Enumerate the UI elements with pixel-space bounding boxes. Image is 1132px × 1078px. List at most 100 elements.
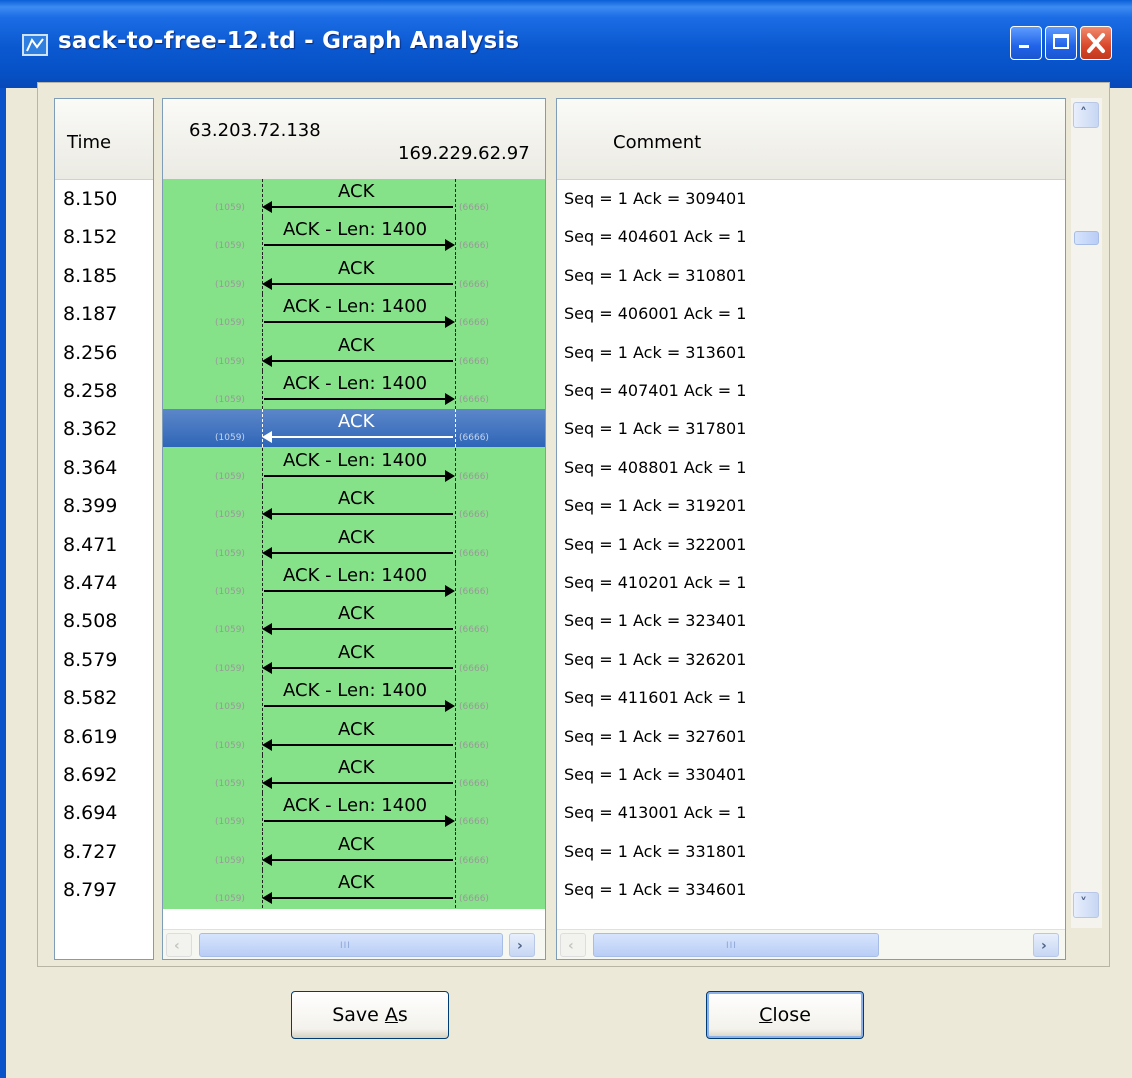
flow-row[interactable]: (1059) (6666) ACK — [163, 332, 545, 371]
comment-cell[interactable]: Seq = 410201 Ack = 1 — [564, 573, 746, 592]
flow-graph-area[interactable]: (1059) (6666) ACK (1059) (6666) ACK - Len: 14… — [163, 179, 545, 909]
comment-cell[interactable]: Seq = 407401 Ack = 1 — [564, 381, 746, 400]
flow-row[interactable]: (1059) (6666) ACK — [163, 716, 545, 755]
comment-cell[interactable]: Seq = 1 Ack = 309401 — [564, 189, 746, 208]
comment-column-pane[interactable]: Comment Seq = 1 Ack = 309401 Seq = 404601… — [556, 98, 1066, 960]
comment-cell[interactable]: Seq = 1 Ack = 310801 — [564, 266, 746, 285]
graph-horizontal-scrollbar[interactable]: ‹ III › — [163, 929, 545, 959]
scroll-thumb[interactable]: III — [199, 933, 503, 957]
comment-cell[interactable]: Seq = 411601 Ack = 1 — [564, 688, 746, 707]
time-cell[interactable]: 8.185 — [63, 265, 117, 287]
comment-cell[interactable]: Seq = 1 Ack = 330401 — [564, 765, 746, 784]
comment-cell[interactable]: Seq = 1 Ack = 323401 — [564, 611, 746, 630]
flow-row[interactable]: (1059) (6666) ACK - Len: 1400 — [163, 294, 545, 333]
time-cell[interactable]: 8.582 — [63, 687, 117, 709]
time-cell[interactable]: 8.362 — [63, 418, 117, 440]
node-left-lifeline — [262, 447, 263, 486]
time-cell[interactable]: 8.150 — [63, 188, 117, 210]
scroll-left-button[interactable]: ‹ — [166, 933, 192, 957]
comment-cell[interactable]: Seq = 1 Ack = 334601 — [564, 880, 746, 899]
comment-cell[interactable]: Seq = 408801 Ack = 1 — [564, 458, 746, 477]
comment-cell[interactable]: Seq = 1 Ack = 327601 — [564, 727, 746, 746]
node-left-lifeline — [262, 294, 263, 333]
time-cell[interactable]: 8.797 — [63, 879, 117, 901]
time-column-pane[interactable]: Time 8.150 8.152 8.185 8.187 8.256 8.258 8.362… — [54, 98, 154, 960]
arrow-left-icon — [262, 892, 453, 905]
flow-label: ACK — [338, 334, 375, 356]
flow-row[interactable]: (1059) (6666) ACK — [163, 831, 545, 870]
time-cell[interactable]: 8.474 — [63, 572, 117, 594]
flow-row[interactable]: (1059) (6666) ACK — [163, 524, 545, 563]
arrow-left-icon — [262, 853, 453, 866]
comment-cell[interactable]: Seq = 404601 Ack = 1 — [564, 227, 746, 246]
save-as-button[interactable]: Save As — [291, 991, 449, 1039]
port-right-label: (6666) — [459, 241, 489, 252]
comment-cell[interactable]: Seq = 1 Ack = 322001 — [564, 535, 746, 554]
flow-row[interactable]: (1059) (6666) ACK — [163, 409, 545, 448]
port-left-label: (1059) — [215, 356, 245, 367]
close-button[interactable]: Close — [706, 991, 864, 1039]
flow-row[interactable]: (1059) (6666) ACK — [163, 639, 545, 678]
comment-cell[interactable]: Seq = 413001 Ack = 1 — [564, 803, 746, 822]
comment-horizontal-scrollbar[interactable]: ‹ III › — [557, 929, 1065, 959]
scroll-right-button[interactable]: › — [1033, 933, 1059, 957]
flow-row[interactable]: (1059) (6666) ACK - Len: 1400 — [163, 563, 545, 601]
vertical-scrollbar[interactable]: ˄ ˅ — [1071, 98, 1102, 928]
flow-row[interactable]: (1059) (6666) ACK — [163, 601, 545, 640]
node-right-lifeline — [455, 294, 456, 333]
close-window-button[interactable] — [1080, 26, 1112, 60]
comment-cell[interactable]: Seq = 1 Ack = 326201 — [564, 650, 746, 669]
time-cell[interactable]: 8.152 — [63, 226, 117, 248]
close-mnemonic: C — [759, 1004, 773, 1026]
flow-row[interactable]: (1059) (6666) ACK — [163, 755, 545, 793]
flow-row[interactable]: (1059) (6666) ACK - Len: 1400 — [163, 447, 545, 486]
node-right-lifeline — [455, 755, 456, 793]
time-cell[interactable]: 8.508 — [63, 610, 117, 632]
flow-row[interactable]: (1059) (6666) ACK — [163, 486, 545, 525]
flow-row[interactable]: (1059) (6666) ACK - Len: 1400 — [163, 217, 545, 256]
minimize-button[interactable] — [1010, 26, 1042, 60]
scroll-down-button[interactable]: ˅ — [1073, 892, 1099, 918]
comment-cell[interactable]: Seq = 1 Ack = 319201 — [564, 496, 746, 515]
time-cell[interactable]: 8.187 — [63, 303, 117, 325]
time-cell[interactable]: 8.727 — [63, 841, 117, 863]
comment-cell[interactable]: Seq = 1 Ack = 317801 — [564, 419, 746, 438]
time-cell[interactable]: 8.694 — [63, 802, 117, 824]
comment-column-header: Comment — [557, 99, 1065, 180]
arrow-left-icon — [262, 354, 453, 367]
chevron-left-icon: ‹ — [174, 938, 180, 954]
chevron-right-icon: › — [517, 938, 523, 954]
arrow-left-icon — [262, 201, 453, 213]
scroll-thumb[interactable]: III — [593, 933, 879, 957]
flow-row[interactable]: (1059) (6666) ACK - Len: 1400 — [163, 793, 545, 832]
time-cell[interactable]: 8.258 — [63, 380, 117, 402]
flow-row[interactable]: (1059) (6666) ACK - Len: 1400 — [163, 678, 545, 717]
graph-pane[interactable]: 63.203.72.138 169.229.62.97 (1059) (6666)… — [162, 98, 546, 960]
vertical-scroll-thumb[interactable] — [1074, 231, 1099, 245]
window-title-bar[interactable]: sack-to-free-12.td - Graph Analysis — [0, 0, 1132, 88]
maximize-button[interactable] — [1045, 26, 1077, 60]
comment-cell[interactable]: Seq = 1 Ack = 331801 — [564, 842, 746, 861]
flow-label: ACK — [338, 181, 375, 202]
node-right-lifeline — [455, 524, 456, 563]
time-cell[interactable]: 8.399 — [63, 495, 117, 517]
flow-row[interactable]: (1059) (6666) ACK - Len: 1400 — [163, 371, 545, 409]
time-cell[interactable]: 8.579 — [63, 649, 117, 671]
flow-row[interactable]: (1059) (6666) ACK — [163, 255, 545, 294]
time-cell[interactable]: 8.619 — [63, 726, 117, 748]
time-cell[interactable]: 8.692 — [63, 764, 117, 786]
arrow-left-icon — [262, 508, 453, 521]
time-cell[interactable]: 8.364 — [63, 457, 117, 479]
time-cell[interactable]: 8.471 — [63, 534, 117, 556]
flow-row[interactable]: (1059) (6666) ACK — [163, 179, 545, 217]
scroll-up-button[interactable]: ˄ — [1073, 102, 1099, 128]
time-cell[interactable]: 8.256 — [63, 342, 117, 364]
time-column-header: Time — [55, 99, 153, 180]
flow-row[interactable]: (1059) (6666) ACK — [163, 870, 545, 909]
comment-cell[interactable]: Seq = 1 Ack = 313601 — [564, 343, 746, 362]
scroll-left-button[interactable]: ‹ — [560, 933, 586, 957]
port-left-label: (1059) — [215, 510, 245, 521]
time-header-label: Time — [67, 132, 112, 153]
scroll-right-button[interactable]: › — [509, 933, 535, 957]
comment-cell[interactable]: Seq = 406001 Ack = 1 — [564, 304, 746, 323]
